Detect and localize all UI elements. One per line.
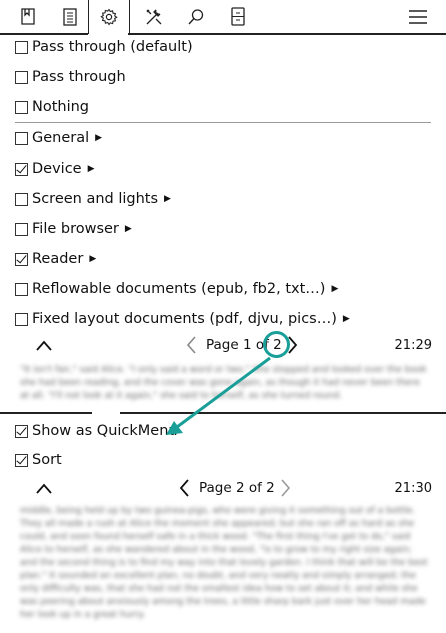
- menu-item-label: Show as QuickMenu: [32, 423, 178, 439]
- tab-document[interactable]: [52, 0, 88, 33]
- checkbox-checked[interactable]: [15, 252, 28, 266]
- prev-page-chevron-icon[interactable]: [184, 334, 200, 356]
- menu-item-sort[interactable]: Sort: [15, 448, 62, 472]
- clock: 21:29: [394, 338, 432, 353]
- tab-bookmarks[interactable]: [10, 0, 46, 33]
- book-text-background-top: "It isn't fair," said Alice. "I only sai…: [20, 365, 427, 401]
- document-icon: [63, 7, 77, 26]
- checkbox[interactable]: [15, 192, 28, 206]
- menu-item-screen-and-lights[interactable]: Screen and lights ▶: [15, 187, 171, 211]
- tab-settings[interactable]: [88, 0, 130, 34]
- prev-page-chevron-icon[interactable]: [177, 477, 193, 499]
- menu-item-file-browser[interactable]: File browser ▶: [15, 217, 132, 241]
- separator: [15, 122, 431, 123]
- menu-item-label: Pass through (default): [32, 39, 193, 55]
- tab-bar: [0, 0, 446, 34]
- menu-item-label: Nothing: [32, 99, 90, 115]
- page-indicator: Page 2 of 2: [199, 480, 275, 496]
- pagination: Page 2 of 2: [177, 475, 293, 501]
- checkbox-checked[interactable]: [15, 162, 28, 176]
- book-text-background-bottom: middle, being held up by two guinea-pigs…: [20, 506, 428, 620]
- menu-item-device[interactable]: Device ▶: [15, 157, 95, 181]
- menu-item-label: Reflowable documents (epub, fb2, txt…): [32, 281, 326, 297]
- next-page-chevron-icon[interactable]: [277, 477, 293, 499]
- menu-item-label: Reader: [32, 251, 84, 267]
- search-icon: [188, 8, 204, 24]
- menu-item-label: Sort: [32, 452, 62, 468]
- menu-item-label: File browser: [32, 221, 119, 237]
- menu-item-reader[interactable]: Reader ▶: [15, 247, 96, 271]
- clock: 21:30: [394, 481, 432, 496]
- submenu-arrow-icon: ▶: [95, 133, 103, 143]
- settings-menu-page-2: Show as QuickMenu Sort Page 2 of 2 21:30: [0, 414, 446, 497]
- tab-device[interactable]: [220, 0, 256, 33]
- checkbox[interactable]: [15, 70, 28, 84]
- menu-item-pass-through[interactable]: Pass through: [15, 65, 126, 89]
- menu-item-nothing[interactable]: Nothing: [15, 95, 89, 119]
- checkbox[interactable]: [15, 312, 28, 326]
- submenu-arrow-icon: ▶: [87, 164, 95, 174]
- menu-item-reflowable-documents[interactable]: Reflowable documents (epub, fb2, txt…) ▶: [15, 277, 338, 301]
- menu-item-pass-through-default[interactable]: Pass through (default): [15, 35, 193, 59]
- submenu-arrow-icon: ▶: [164, 194, 171, 204]
- menu-item-label: Fixed layout documents (pdf, djvu, pics……: [32, 311, 337, 327]
- tab-tools[interactable]: [136, 0, 172, 33]
- gear-icon: [100, 8, 118, 26]
- menu-footer: Page 2 of 2 21:30: [0, 475, 446, 501]
- tools-icon: [146, 9, 162, 24]
- go-up-chevron-icon[interactable]: [34, 480, 54, 496]
- checkbox-checked[interactable]: [15, 424, 28, 438]
- menu-item-label: Pass through: [32, 69, 126, 85]
- tab-search[interactable]: [178, 0, 214, 33]
- submenu-arrow-icon: ▶: [124, 224, 132, 234]
- menu-item-show-as-quickmenu[interactable]: Show as QuickMenu: [15, 419, 178, 443]
- hamburger-menu-icon: [409, 9, 427, 24]
- checkbox[interactable]: [15, 282, 28, 296]
- submenu-arrow-icon: ▶: [331, 284, 339, 294]
- checkbox[interactable]: [15, 100, 28, 114]
- menu-item-fixed-layout-documents[interactable]: Fixed layout documents (pdf, djvu, pics……: [15, 307, 350, 331]
- submenu-arrow-icon: ▶: [89, 254, 97, 264]
- checkbox[interactable]: [15, 222, 28, 236]
- menu-item-label: Screen and lights: [32, 191, 159, 207]
- menu-footer: Page 1 of 2 21:29: [0, 332, 446, 358]
- checkbox[interactable]: [15, 40, 28, 54]
- bookmark-icon: [21, 8, 35, 25]
- menu-item-label: General: [32, 130, 90, 146]
- checkbox[interactable]: [15, 131, 28, 145]
- device-icon: [231, 7, 245, 26]
- menu-item-general[interactable]: General ▶: [15, 126, 102, 150]
- submenu-arrow-icon: ▶: [342, 314, 350, 324]
- menu-item-label: Device: [32, 161, 82, 177]
- tab-main-menu[interactable]: [398, 0, 438, 33]
- next-page-highlight-circle: [263, 331, 290, 358]
- checkbox-checked[interactable]: [15, 453, 28, 467]
- go-up-chevron-icon[interactable]: [34, 337, 54, 353]
